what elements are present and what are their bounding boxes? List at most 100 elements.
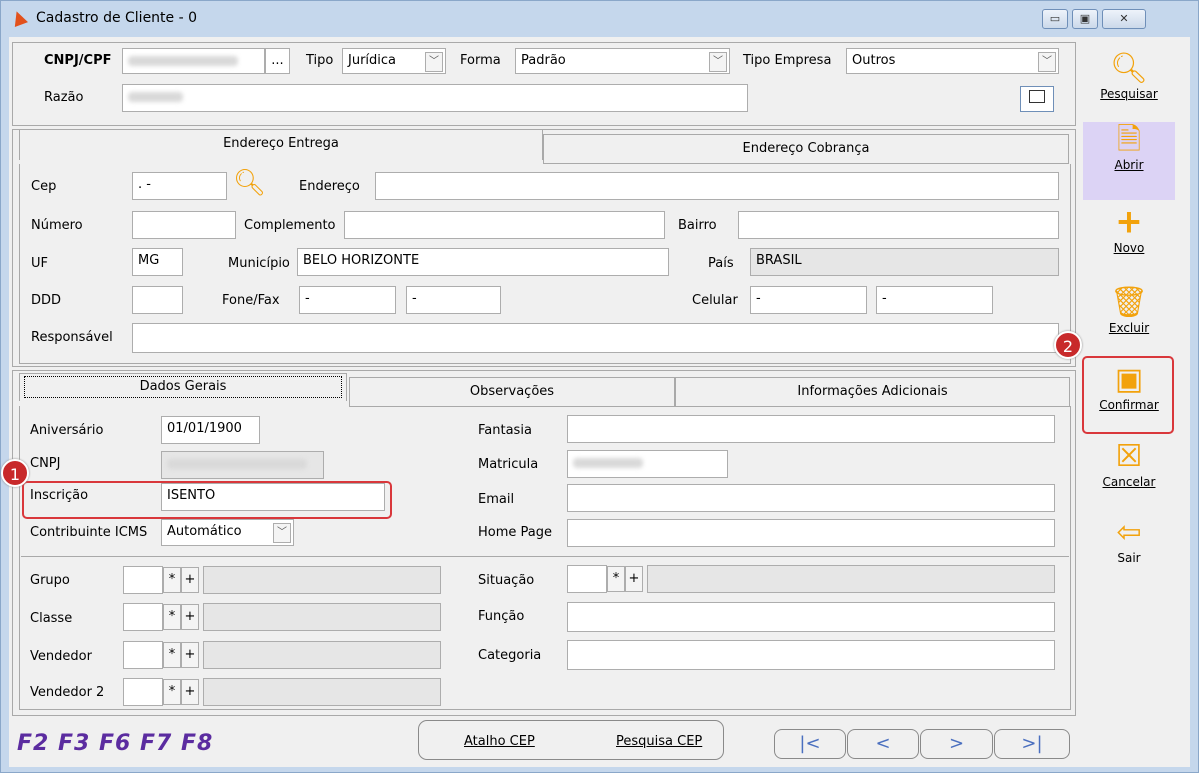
cep-label: Cep — [31, 179, 57, 194]
uf-field[interactable]: MG — [132, 248, 183, 276]
vendedor-code-field[interactable] — [123, 641, 163, 669]
tab-observacoes[interactable]: Observações — [349, 377, 675, 407]
municipio-field[interactable]: BELO HORIZONTE — [297, 248, 669, 276]
uf-label: UF — [31, 256, 48, 271]
bairro-field[interactable] — [738, 211, 1059, 239]
excluir-button[interactable]: 🗑︎ Excluir — [1083, 285, 1175, 351]
cep-search-icon[interactable]: 🔍︎ — [233, 168, 266, 198]
confirm-icon: ▣ — [1114, 362, 1144, 397]
app-logo-icon — [10, 9, 28, 27]
grupo-search-button[interactable]: * — [163, 567, 181, 593]
cep-field[interactable]: . - — [132, 172, 227, 200]
last-record-button[interactable]: >| — [994, 729, 1070, 759]
email-field[interactable] — [567, 484, 1055, 512]
situacao-add-button[interactable]: + — [625, 566, 643, 592]
complemento-label: Complemento — [244, 218, 336, 233]
fantasia-field[interactable] — [567, 415, 1055, 443]
tipo-empresa-select[interactable]: Outros ﹀ — [846, 48, 1059, 74]
abrir-label: Abrir — [1114, 158, 1144, 172]
endereco-field[interactable] — [375, 172, 1059, 200]
classe-code-field[interactable] — [123, 603, 163, 631]
funcao-label: Função — [478, 609, 525, 624]
image-button[interactable] — [1020, 86, 1054, 112]
vendedor2-search-button[interactable]: * — [163, 679, 181, 705]
tab-informacoes-adicionais[interactable]: Informações Adicionais — [675, 377, 1070, 407]
shortcut-keys-text: F2 F3 F6 F7 F8 — [17, 731, 214, 756]
matricula-field[interactable] — [567, 450, 728, 478]
minimize-button[interactable]: ▭ — [1042, 9, 1068, 29]
numero-field[interactable] — [132, 211, 236, 239]
maximize-button[interactable]: ▣ — [1072, 9, 1098, 29]
aniversario-label: Aniversário — [30, 423, 104, 438]
vendedor-desc-field — [203, 641, 441, 669]
bairro-label: Bairro — [678, 218, 717, 233]
aniversario-field[interactable]: 01/01/1900 — [161, 416, 260, 444]
complemento-field[interactable] — [344, 211, 665, 239]
first-record-button[interactable]: |< — [774, 729, 846, 759]
sair-button[interactable]: ⇦ Sair — [1083, 515, 1175, 577]
confirmar-button[interactable]: ▣ Confirmar — [1083, 362, 1175, 428]
sair-label: Sair — [1117, 551, 1141, 565]
vendedor-add-button[interactable]: + — [181, 642, 199, 668]
pais-label: País — [708, 256, 734, 271]
next-record-button[interactable]: > — [920, 729, 993, 759]
responsavel-label: Responsável — [31, 330, 113, 345]
close-button[interactable]: ✕ — [1102, 9, 1146, 29]
cnpj-label: CNPJ — [30, 456, 61, 471]
pesquisar-button[interactable]: 🔍︎ Pesquisar — [1083, 51, 1175, 121]
vendedor2-label: Vendedor 2 — [30, 685, 105, 700]
tab-endereco-cobranca[interactable]: Endereço Cobrança — [543, 134, 1069, 164]
atalho-cep-button[interactable]: Atalho CEP — [464, 734, 535, 749]
tab-endereco-entrega[interactable]: Endereço Entrega — [19, 130, 543, 160]
home-page-field[interactable] — [567, 519, 1055, 547]
tab-dados-gerais[interactable]: Dados Gerais — [19, 373, 347, 401]
tipo-value: Jurídica — [348, 53, 397, 68]
situacao-code-field[interactable] — [567, 565, 607, 593]
vendedor2-add-button[interactable]: + — [181, 679, 199, 705]
cnpj-lookup-button[interactable]: ... — [265, 48, 290, 74]
tipo-empresa-value: Outros — [852, 53, 896, 68]
categoria-label: Categoria — [478, 648, 542, 663]
razao-field[interactable] — [122, 84, 748, 112]
chevron-down-icon: ﹀ — [709, 52, 727, 72]
vendedor2-code-field[interactable] — [123, 678, 163, 706]
client-area: CNPJ/CPF ... Tipo Jurídica ﹀ Forma Padrão… — [1, 37, 1190, 767]
fone-field-1[interactable]: - — [299, 286, 396, 314]
step-badge-2: 2 — [1054, 331, 1082, 359]
fantasia-label: Fantasia — [478, 423, 532, 438]
grupo-code-field[interactable] — [123, 566, 163, 594]
classe-add-button[interactable]: + — [181, 604, 199, 630]
municipio-label: Município — [228, 256, 290, 271]
grupo-add-button[interactable]: + — [181, 567, 199, 593]
classe-search-button[interactable]: * — [163, 604, 181, 630]
responsavel-field[interactable] — [132, 323, 1059, 353]
cancelar-button[interactable]: ☒ Cancelar — [1083, 439, 1175, 509]
excluir-label: Excluir — [1108, 321, 1150, 335]
tipo-empresa-label: Tipo Empresa — [743, 53, 832, 68]
celular-field-2[interactable]: - — [876, 286, 993, 314]
funcao-field[interactable] — [567, 602, 1055, 632]
cnpj-field — [161, 451, 324, 479]
tab-dados-gerais-label: Dados Gerais — [24, 376, 342, 398]
matricula-label: Matricula — [478, 457, 539, 472]
contribuinte-icms-select[interactable]: Automático ﹀ — [161, 519, 294, 546]
vendedor2-desc-field — [203, 678, 441, 706]
tipo-label: Tipo — [306, 53, 334, 68]
pesquisa-cep-button[interactable]: Pesquisa CEP — [616, 734, 702, 749]
novo-button[interactable]: ➕︎ Novo — [1083, 205, 1175, 275]
cnpj-cpf-label: CNPJ/CPF — [44, 53, 112, 68]
celular-field-1[interactable]: - — [750, 286, 867, 314]
categoria-field[interactable] — [567, 640, 1055, 670]
tipo-select[interactable]: Jurídica ﹀ — [342, 48, 446, 74]
fone-field-2[interactable]: - — [406, 286, 501, 314]
prev-record-button[interactable]: < — [847, 729, 919, 759]
cnpj-cpf-field[interactable] — [122, 48, 265, 74]
vendedor-search-button[interactable]: * — [163, 642, 181, 668]
fone-fax-label: Fone/Fax — [222, 293, 280, 308]
forma-select[interactable]: Padrão ﹀ — [515, 48, 730, 74]
classe-label: Classe — [30, 611, 73, 626]
abrir-button[interactable]: 🗎︎ Abrir — [1083, 122, 1175, 200]
ddd-field[interactable] — [132, 286, 183, 314]
situacao-search-button[interactable]: * — [607, 566, 625, 592]
classe-desc-field — [203, 603, 441, 631]
